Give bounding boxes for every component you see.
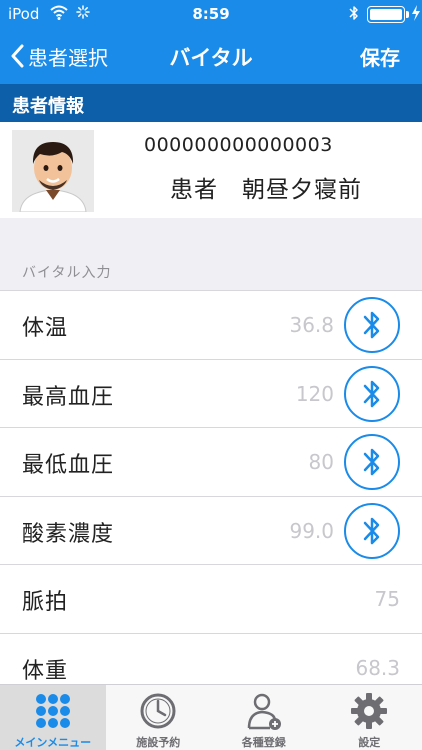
pulse-input[interactable]: 75 <box>375 587 400 611</box>
patient-card: 000000000000003 患者 朝昼夕寝前 <box>0 122 422 218</box>
gear-icon <box>351 693 388 729</box>
tab-label: 設定 <box>358 736 381 749</box>
person-add-icon <box>247 693 281 730</box>
bluetooth-button[interactable] <box>344 297 400 353</box>
vital-row-pulse[interactable]: 脈拍 75 <box>0 564 422 633</box>
bluetooth-icon <box>363 311 380 339</box>
nav-bar: 患者選択 バイタル 保存 <box>0 28 422 84</box>
temperature-input[interactable]: 36.8 <box>289 313 334 337</box>
patient-id: 000000000000003 <box>144 134 333 156</box>
diastolic-input[interactable]: 80 <box>309 450 334 474</box>
bluetooth-button[interactable] <box>344 434 400 490</box>
vital-row-diastolic[interactable]: 最低血圧 80 <box>0 427 422 496</box>
patient-avatar <box>12 130 94 212</box>
vital-row-oxygen[interactable]: 酸素濃度 99.0 <box>0 495 422 565</box>
weight-input[interactable]: 68.3 <box>355 656 400 680</box>
patient-name: 患者 朝昼夕寝前 <box>170 177 362 203</box>
bluetooth-icon <box>363 380 380 407</box>
oxygen-input[interactable]: 99.0 <box>289 519 334 543</box>
patient-info-header: 患者情報 <box>0 84 422 122</box>
status-bar: iPod 8:59 <box>0 0 422 28</box>
bluetooth-status-icon <box>349 6 358 20</box>
vital-label: 最高血圧 <box>22 384 115 410</box>
tab-bar: メインメニュー 施設予約 各種登録 設定 <box>0 684 422 750</box>
vital-row-temperature[interactable]: 体温 36.8 <box>0 290 422 359</box>
charging-icon <box>412 5 420 21</box>
vital-label: 酸素濃度 <box>22 521 115 547</box>
vital-label: 最低血圧 <box>22 453 115 478</box>
systolic-input[interactable]: 120 <box>296 382 334 406</box>
bluetooth-button[interactable] <box>344 365 400 422</box>
bluetooth-icon <box>363 517 380 544</box>
avatar-illustration <box>12 130 94 212</box>
tab-settings[interactable]: 設定 <box>317 685 422 750</box>
grid-dots-icon <box>35 694 70 728</box>
vitals-list: 体温 36.8 最高血圧 120 最低血圧 80 酸素濃度 99.0 脈拍 75… <box>0 290 422 701</box>
battery-icon <box>367 6 405 23</box>
vital-row-systolic[interactable]: 最高血圧 120 <box>0 358 422 428</box>
tab-label: メインメニュー <box>14 736 92 749</box>
tab-label: 各種登録 <box>241 736 286 749</box>
vital-label: 体重 <box>22 658 69 684</box>
clock-icon <box>140 693 176 729</box>
tab-main-menu[interactable]: メインメニュー <box>0 685 106 750</box>
vital-label: 脈拍 <box>22 590 69 615</box>
bluetooth-button[interactable] <box>344 502 400 559</box>
save-button[interactable]: 保存 <box>360 42 400 71</box>
tab-label: 施設予約 <box>136 736 181 749</box>
battery-cap <box>406 11 409 18</box>
tab-registration[interactable]: 各種登録 <box>211 685 317 750</box>
tab-facility-booking[interactable]: 施設予約 <box>106 685 212 750</box>
vital-label: 体温 <box>22 316 69 341</box>
vitals-group-label: バイタル入力 <box>22 265 112 281</box>
page-title: バイタル <box>169 46 253 70</box>
bluetooth-icon <box>363 448 380 476</box>
